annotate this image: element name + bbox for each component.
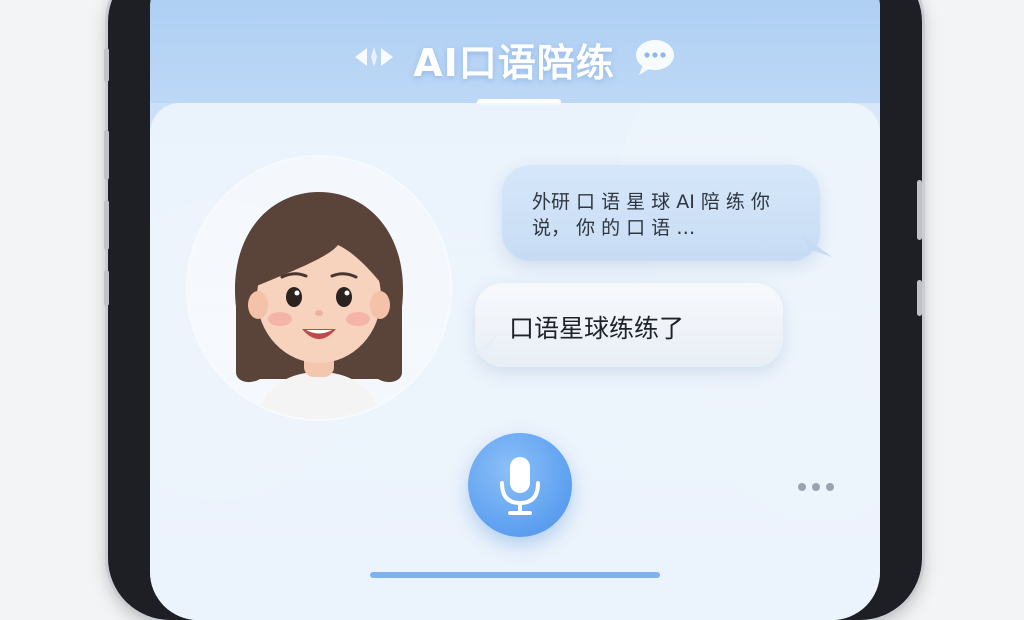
bottom-indicator xyxy=(370,572,660,578)
user-message-text: 口语星球练练了 xyxy=(509,314,685,343)
microphone-icon xyxy=(500,457,540,515)
volume-button-upper xyxy=(104,48,109,82)
volume-button-bottom xyxy=(104,270,109,306)
side-button xyxy=(917,280,922,316)
avatar xyxy=(188,157,450,419)
bubble-tail xyxy=(802,235,832,257)
header: AI口语陪练 xyxy=(150,32,880,86)
dot xyxy=(798,483,806,491)
dot xyxy=(812,483,820,491)
sparkle-arrows-icon xyxy=(353,42,395,76)
dot xyxy=(826,483,834,491)
page-title: AI口语陪练 xyxy=(413,40,615,85)
bubble-tail xyxy=(469,335,497,357)
microphone-button[interactable] xyxy=(468,433,572,537)
avatar-illustration xyxy=(234,192,404,419)
volume-button-lower xyxy=(104,200,109,250)
chat-bubble-dots-icon[interactable] xyxy=(633,37,677,81)
app-screen: AI口语陪练 外研 口 语 星 球 AI 陪 练 你 说， 你 的 口 语 … … xyxy=(150,0,880,620)
ai-message-bubble: 外研 口 语 星 球 AI 陪 练 你 说， 你 的 口 语 … xyxy=(502,165,832,261)
power-button xyxy=(917,180,922,240)
more-dots-icon[interactable] xyxy=(798,480,838,494)
ai-message-text: 外研 口 语 星 球 AI 陪 练 你 说， 你 的 口 语 … xyxy=(532,191,770,239)
volume-button-middle xyxy=(104,130,109,180)
user-message-bubble: 口语星球练练了 xyxy=(469,283,783,367)
